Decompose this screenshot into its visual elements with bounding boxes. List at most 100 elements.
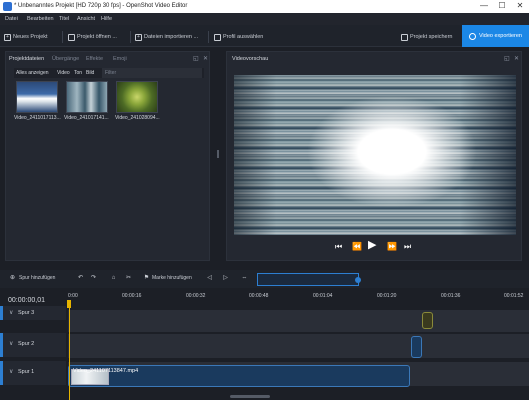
- file-name: Video_241028094...: [115, 115, 160, 121]
- open-folder-icon: [68, 33, 75, 41]
- add-marker-icon: ⚑: [143, 275, 150, 281]
- redo-icon[interactable]: ↷: [89, 274, 98, 283]
- file-name: Video_2411017113...: [14, 115, 61, 121]
- save-project-label: Projekt speichern: [410, 34, 453, 40]
- open-project-button[interactable]: Projekt öffnen ...: [68, 32, 117, 42]
- video-preview-panel: Videovorschau ◱ ✕ ⏮ ⏪ ▶ ⏩ ⏭: [226, 51, 522, 261]
- filter-show-all[interactable]: Alles anzeigen: [16, 70, 49, 76]
- ruler-tick-label: 00:00:48: [249, 293, 269, 299]
- ruler-tick-label: 0:00: [68, 293, 78, 299]
- file-thumbnail[interactable]: [116, 81, 158, 113]
- add-marker-button[interactable]: Marke hinzufügen: [152, 275, 192, 281]
- ruler-tick-label: 00:01:20: [377, 293, 397, 299]
- add-track-icon: ⊕: [9, 275, 16, 281]
- ruler-tick-label: 00:00:32: [186, 293, 206, 299]
- menu-file[interactable]: Datei: [5, 16, 18, 22]
- choose-profile-button[interactable]: Profil auswählen: [214, 32, 263, 42]
- export-video-label: Video exportieren: [478, 33, 522, 39]
- toolbar-divider: [130, 31, 131, 43]
- file-name: Video_24101714​1...: [64, 115, 109, 121]
- collapse-chevron-icon[interactable]: ∨: [9, 340, 13, 347]
- preview-title: Videovorschau: [232, 56, 269, 62]
- import-icon: +: [135, 33, 142, 41]
- menu-bar: Datei Bearbeiten Titel Ansicht Hilfe: [0, 13, 529, 25]
- video-preview-frame: [234, 75, 516, 235]
- playback-controls: ⏮ ⏪ ▶ ⏩ ⏭: [227, 240, 523, 256]
- clip-label: Video_24110711​3847.mp4: [73, 368, 139, 374]
- timeline-clip[interactable]: [411, 336, 422, 358]
- maximize-button[interactable]: ☐: [494, 1, 510, 10]
- timeline-clip[interactable]: [422, 312, 433, 329]
- ruler-tick-label: 00:01:36: [441, 293, 461, 299]
- tab-effects[interactable]: Effekte: [86, 56, 103, 62]
- tab-emoji[interactable]: Emoji: [113, 56, 127, 62]
- filter-image[interactable]: Bild: [86, 70, 94, 76]
- snap-icon[interactable]: ⌂: [109, 274, 118, 283]
- center-playhead-icon[interactable]: ⇔: [240, 274, 249, 283]
- filter-video[interactable]: Video: [57, 70, 70, 76]
- add-track-button[interactable]: Spur hinzufügen: [19, 275, 55, 281]
- track-lane[interactable]: [68, 334, 529, 358]
- track-header[interactable]: ∨ Spur 1: [0, 361, 66, 385]
- timeline-horizontal-scrollbar[interactable]: [230, 395, 270, 398]
- close-panel-icon[interactable]: ✕: [203, 55, 208, 62]
- export-video-button[interactable]: Video exportieren: [462, 25, 529, 47]
- play-icon[interactable]: ▶: [368, 240, 376, 251]
- new-project-button[interactable]: + Neues Projekt: [4, 32, 48, 42]
- close-panel-icon[interactable]: ✕: [514, 55, 519, 62]
- track-header[interactable]: ∨ Spur 3: [0, 306, 66, 320]
- toolbar-divider: [208, 31, 209, 43]
- fast-forward-icon[interactable]: ⏩: [387, 243, 397, 251]
- timeline-clip[interactable]: Video_24110711​3847.mp4: [68, 365, 410, 387]
- save-project-button[interactable]: Projekt speichern: [401, 32, 453, 42]
- previous-marker-icon[interactable]: ◁: [205, 274, 214, 283]
- close-window-button[interactable]: ✕: [512, 1, 528, 10]
- menu-help[interactable]: Hilfe: [101, 16, 112, 22]
- ruler-tick-label: 00:01:04: [313, 293, 333, 299]
- open-project-label: Projekt öffnen ...: [77, 34, 117, 40]
- file-filter-bar: Alles anzeigen Video Ton Bild Filter: [14, 68, 204, 78]
- menu-title[interactable]: Titel: [59, 16, 69, 22]
- track-header[interactable]: ∨ Spur 2: [0, 333, 66, 357]
- import-files-label: Dateien importieren ...: [144, 34, 199, 40]
- track-label: Spur 2: [18, 341, 35, 347]
- razor-icon[interactable]: ✂: [124, 274, 133, 283]
- track-lane[interactable]: [68, 310, 529, 332]
- tab-project-files[interactable]: Projektdateien: [9, 56, 44, 62]
- timeline-ruler[interactable]: 0:00 00:00:16 00:00:32 00:00:48 00:01:04…: [68, 290, 529, 308]
- track-label: Spur 1: [18, 369, 35, 375]
- new-project-label: Neues Projekt: [13, 34, 48, 40]
- menu-edit[interactable]: Bearbeiten: [27, 16, 54, 22]
- tab-transitions[interactable]: Übergänge: [52, 56, 79, 62]
- next-marker-icon[interactable]: ▷: [221, 274, 230, 283]
- minimize-button[interactable]: —: [476, 1, 492, 10]
- timeline-zoom-slider[interactable]: [257, 273, 361, 286]
- panel-splitter-handle[interactable]: [217, 150, 219, 158]
- rewind-icon[interactable]: ⏪: [352, 243, 362, 251]
- jump-end-icon[interactable]: ⏭: [404, 243, 411, 251]
- filter-audio[interactable]: Ton: [74, 70, 82, 76]
- undo-icon[interactable]: ↶: [76, 274, 85, 283]
- profile-icon: [214, 33, 221, 41]
- file-thumbnail[interactable]: [16, 81, 58, 113]
- export-icon: [468, 32, 476, 40]
- choose-profile-label: Profil auswählen: [223, 34, 264, 40]
- toolbar-divider: [62, 31, 63, 43]
- ruler-tick-label: 00:01:52: [504, 293, 524, 299]
- float-panel-icon[interactable]: ◱: [193, 55, 199, 62]
- filter-input[interactable]: Filter: [102, 68, 202, 78]
- main-toolbar: + Neues Projekt Projekt öffnen ... + Dat…: [0, 25, 529, 47]
- file-thumbnail[interactable]: [66, 81, 108, 113]
- collapse-chevron-icon[interactable]: ∨: [9, 309, 13, 316]
- current-timecode: 00:00:00,01: [8, 297, 45, 304]
- collapse-chevron-icon[interactable]: ∨: [9, 368, 13, 375]
- window-titlebar: * Unbenanntes Projekt [HD 720p 30 fps] -…: [0, 0, 529, 13]
- import-files-button[interactable]: + Dateien importieren ...: [135, 32, 198, 42]
- zoom-slider-handle[interactable]: [355, 277, 361, 283]
- track-label: Spur 3: [18, 310, 35, 316]
- menu-view[interactable]: Ansicht: [77, 16, 95, 22]
- playhead-line[interactable]: [68, 300, 70, 400]
- float-panel-icon[interactable]: ◱: [504, 55, 510, 62]
- openshot-app-icon: [3, 2, 12, 11]
- jump-start-icon[interactable]: ⏮: [335, 243, 342, 251]
